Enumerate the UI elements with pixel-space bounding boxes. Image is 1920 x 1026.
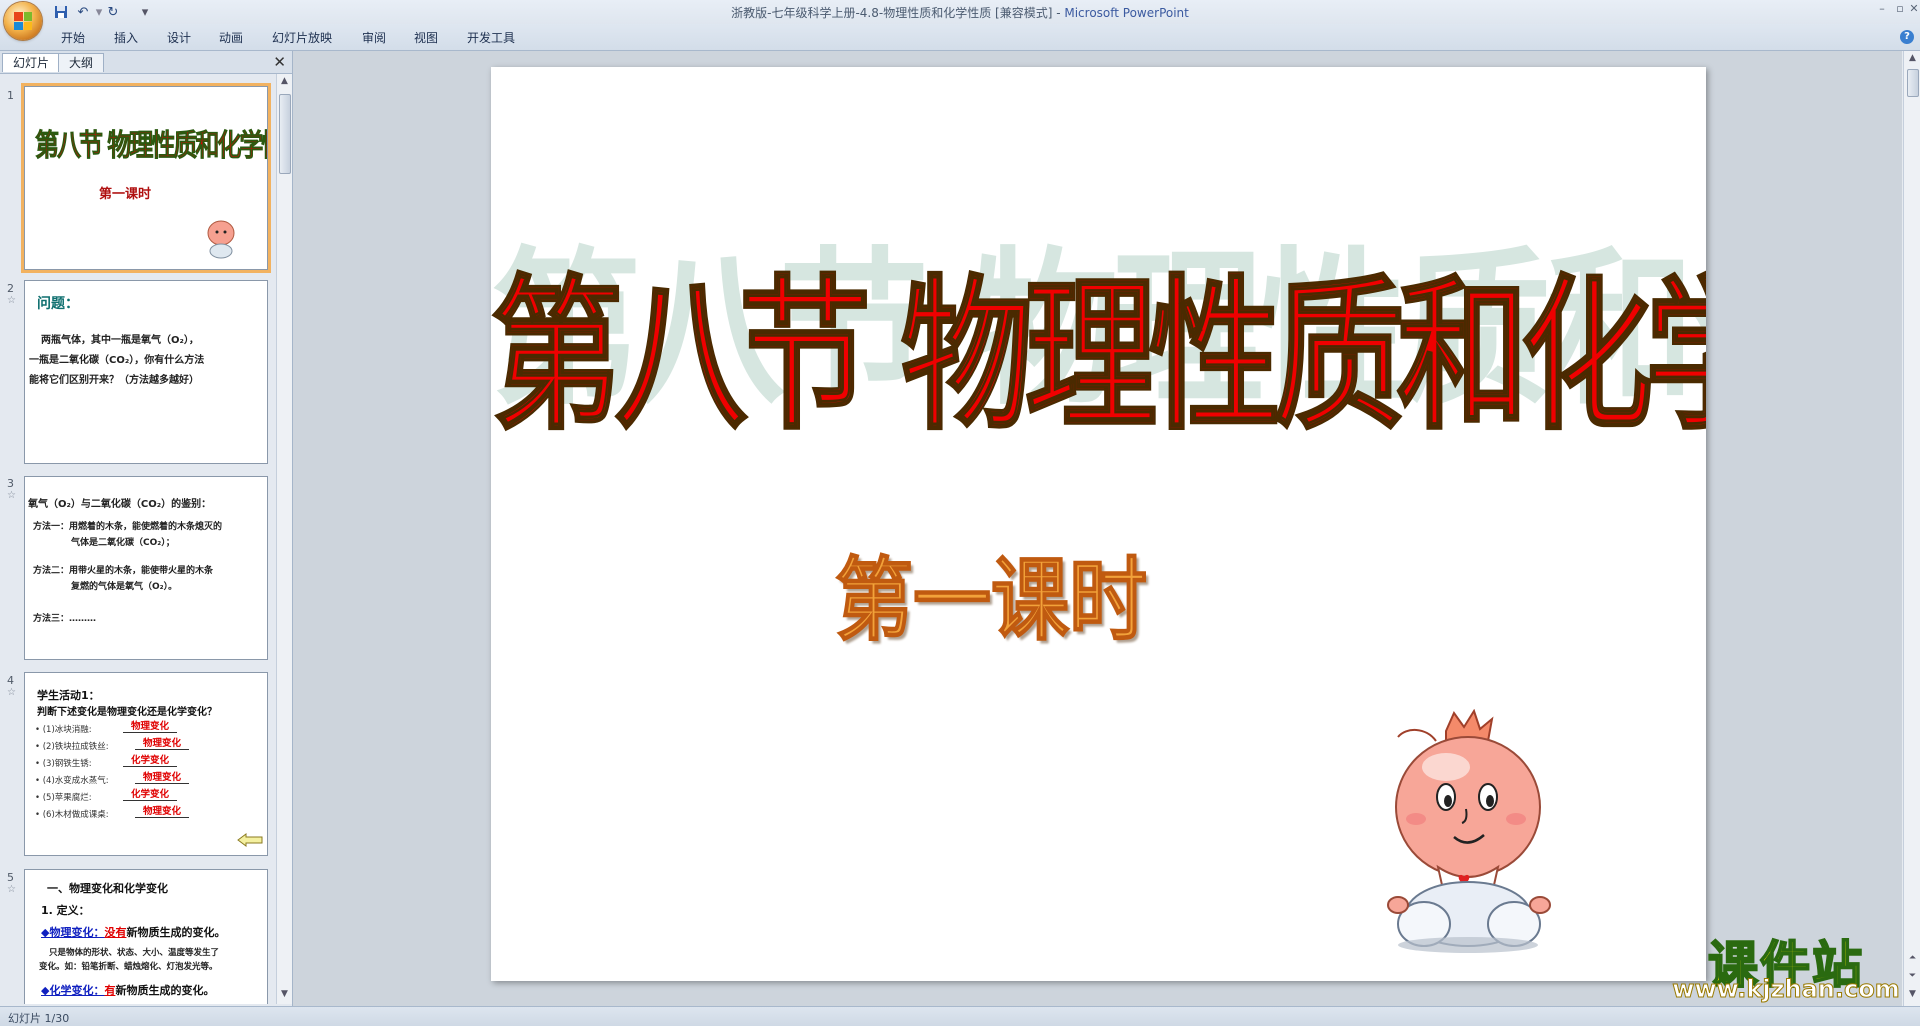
thumbnail-list: 1 第八节 物理性质和化学性质 第一课时 2 ☆ 问题： 两瓶气体，其中一瓶是氧…	[0, 74, 274, 1004]
thumb-line: 气体是二氧化碳（CO₂）；	[71, 538, 175, 548]
activity-answer: 化学变化	[123, 786, 178, 801]
ribbon-tab-bar: 开始 插入 设计 动画 幻灯片放映 审阅 视图 开发工具 ?	[0, 24, 1920, 51]
watermark-url: www.kjzhan.com	[1672, 975, 1900, 1004]
scrollbar-thumb[interactable]	[279, 94, 291, 174]
mascot-icon	[207, 220, 235, 259]
slide-thumbnail-4[interactable]: 学生活动1： 判断下述变化是物理变化还是化学变化？ • (1)冰块消融: 物理变化…	[24, 672, 268, 856]
tab-review[interactable]: 审阅	[362, 29, 386, 46]
scroll-up-icon[interactable]: ▲	[277, 74, 292, 89]
slide-number: 2	[7, 282, 14, 295]
previous-slide-icon[interactable]: ⏶	[1905, 951, 1920, 966]
activity-answer: 物理变化	[123, 718, 178, 733]
transition-star-icon: ☆	[7, 884, 16, 895]
activity-item: • (6)木材做成课桌: 物理变化	[35, 806, 265, 825]
transition-star-icon: ☆	[7, 295, 16, 306]
tab-outline[interactable]: 大纲	[58, 53, 105, 72]
activity-question: • (4)水变成水蒸气:	[35, 776, 109, 786]
slides-panel: 幻灯片 大纲 ✕ 1 第八节 物理性质和化学性质 第一课时 2 ☆ 问题： 两瓶…	[0, 51, 293, 1006]
title-bar: ↶ ▾ ↻ ▾ 浙教版-七年级科学上册-4.8-物理性质和化学性质 [兼容模式]…	[0, 0, 1920, 40]
activity-list: • (1)冰块消融: 物理变化 • (2)铁块拉成铁丝: 物理变化 • (3)钢铁生锈:…	[35, 721, 265, 825]
slide-number: 1	[7, 89, 14, 102]
slide-subtitle[interactable]: 第一课时	[491, 529, 1491, 658]
scroll-down-icon[interactable]: ▼	[277, 987, 292, 1002]
thumb-line: 方法一：用燃着的木条，能使燃着的木条熄灭的	[33, 522, 223, 532]
activity-answer: 物理变化	[135, 803, 190, 818]
slide-scrollbar[interactable]: ▲ ⏶ ⏷ ▼	[1903, 51, 1920, 1006]
thumb-line: 能将它们区别开来？（方法越多越好）	[29, 375, 199, 386]
thumb-heading: 学生活动1：	[37, 689, 100, 702]
tab-slideshow[interactable]: 幻灯片放映	[272, 29, 332, 46]
current-slide[interactable]: 第八节 物理性质和化学性质 第八节 物理性质和化学性质 第一课时	[491, 67, 1706, 981]
thumb-line: 复燃的气体是氧气（O₂）。	[71, 582, 178, 592]
scroll-up-icon[interactable]: ▲	[1905, 51, 1920, 66]
activity-answer: 物理变化	[135, 769, 190, 784]
slide-counter: 幻灯片 1/30	[8, 1012, 70, 1025]
slide-title[interactable]: 第八节 物理性质和化学性质	[491, 223, 1706, 462]
thumb-line: 只是物体的形状、状态、大小、温度等发生了	[49, 948, 220, 958]
activity-question: • (5)苹果腐烂:	[35, 793, 92, 803]
thumb-line: 方法二：用带火星的木条，能使带火星的木条	[33, 566, 214, 576]
thumb-line: 变化。如：铅笔折断、蜡烛熔化、灯泡发光等。	[39, 962, 218, 972]
activity-question: • (1)冰块消融:	[35, 725, 92, 735]
help-icon[interactable]: ?	[1900, 30, 1914, 44]
activity-answer: 化学变化	[123, 752, 178, 767]
thumb-heading: 问题：	[37, 296, 79, 312]
thumb-line: 方法三：………	[33, 614, 97, 624]
site-watermark: 课件站 www.kjzhan.com	[1672, 925, 1900, 1005]
thumb-sub: 1. 定义：	[41, 904, 90, 917]
minimize-icon[interactable]: –	[1874, 2, 1890, 16]
tab-view[interactable]: 视图	[414, 29, 438, 46]
tab-design[interactable]: 设计	[167, 29, 191, 46]
tab-insert[interactable]: 插入	[114, 29, 138, 46]
status-bar: 幻灯片 1/30	[0, 1006, 1920, 1026]
activity-question: • (6)木材做成课桌:	[35, 810, 109, 820]
slide-thumbnail-3[interactable]: 氧气（O₂）与二氧化碳（CO₂）的鉴别： 方法一：用燃着的木条，能使燃着的木条熄…	[24, 476, 268, 660]
close-icon[interactable]: ✕	[1906, 2, 1920, 16]
thumb-line: ◆物理变化：没有新物质生成的变化。	[41, 926, 226, 939]
scroll-down-icon[interactable]: ▼	[1905, 987, 1920, 1002]
close-icon[interactable]: ✕	[273, 53, 286, 71]
transition-star-icon: ☆	[7, 687, 16, 698]
mascot-icon	[1387, 709, 1551, 953]
window-title: 浙教版-七年级科学上册-4.8-物理性质和化学性质 [兼容模式] - Micro…	[731, 6, 1189, 20]
thumb-subtitle: 第一课时	[98, 187, 151, 202]
thumb-title: 第八节 物理性质和化学性质	[35, 128, 267, 164]
back-arrow-icon	[237, 833, 263, 847]
thumb-line: 一瓶是二氧化碳（CO₂），你有什么方法	[29, 355, 205, 366]
next-slide-icon[interactable]: ⏷	[1905, 969, 1920, 984]
tab-developer[interactable]: 开发工具	[467, 29, 515, 46]
slide-number: 4	[7, 674, 14, 687]
transition-star-icon: ☆	[7, 490, 16, 501]
office-button[interactable]	[4, 2, 42, 40]
slide-editing-area: 第八节 物理性质和化学性质 第八节 物理性质和化学性质 第一课时	[293, 51, 1902, 1006]
activity-answer: 物理变化	[135, 735, 190, 750]
slide-thumbnail-1[interactable]: 第八节 物理性质和化学性质 第一课时	[21, 83, 271, 273]
thumbnail-scrollbar[interactable]: ▲ ▼	[276, 74, 292, 1004]
thumb-line: 两瓶气体，其中一瓶是氧气（O₂），	[41, 335, 199, 346]
tab-animations[interactable]: 动画	[219, 29, 243, 46]
slide-thumbnail-2[interactable]: 问题： 两瓶气体，其中一瓶是氧气（O₂）， 一瓶是二氧化碳（CO₂），你有什么方…	[24, 280, 268, 464]
tab-home[interactable]: 开始	[61, 29, 85, 46]
activity-question: • (3)钢铁生锈:	[35, 759, 92, 769]
slide-thumbnail-5[interactable]: 一、物理变化和化学变化 1. 定义： ◆物理变化：没有新物质生成的变化。 只是物…	[24, 869, 268, 1004]
slide-number: 3	[7, 477, 14, 490]
thumb-line: ◆化学变化：有新物质生成的变化。	[41, 984, 215, 997]
slide-number: 5	[7, 871, 14, 884]
scrollbar-thumb[interactable]	[1907, 69, 1919, 97]
thumb-question: 判断下述变化是物理变化还是化学变化？	[37, 707, 217, 718]
thumb-heading: 氧气（O₂）与二氧化碳（CO₂）的鉴别：	[28, 499, 212, 510]
office-logo-icon	[14, 12, 32, 30]
activity-question: • (2)铁块拉成铁丝:	[35, 742, 109, 752]
panel-tabs: 幻灯片 大纲 ✕	[0, 51, 292, 74]
thumb-heading: 一、物理变化和化学变化	[47, 882, 168, 895]
tab-slides[interactable]: 幻灯片	[2, 53, 61, 72]
